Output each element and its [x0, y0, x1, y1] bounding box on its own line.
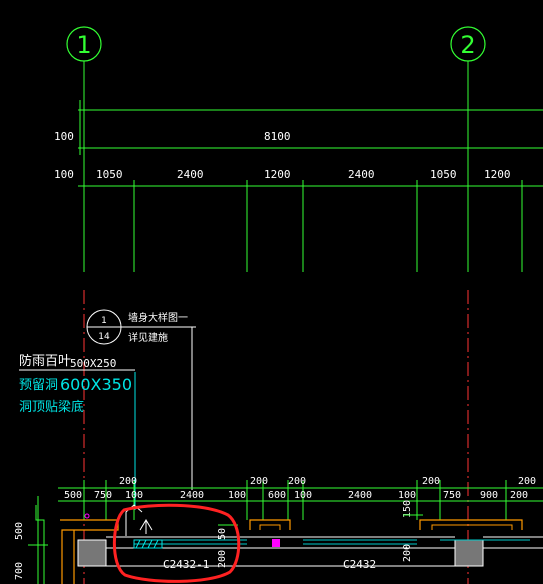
window-tag-c2432-1: C2432-1 — [163, 558, 209, 571]
dim-seg-2: 2400 — [177, 168, 204, 181]
axis-1-label: 1 — [76, 31, 91, 59]
dim-vert-200-b: 200 — [402, 544, 413, 562]
cad-drawing-canvas[interactable]: 1 2 100 8100 100 1050 2400 1200 2400 105… — [0, 0, 543, 584]
detail-number: 1 — [101, 316, 107, 326]
column-axis-1 — [77, 539, 107, 567]
detail-title: 墙身大样图一 — [128, 311, 188, 324]
magenta-marker — [272, 539, 280, 547]
dim-bottom-lower-11: 900 — [480, 490, 498, 501]
dim-bottom-lower-12: 200 — [510, 490, 528, 501]
dim-bottom-lower-4: 2400 — [180, 490, 204, 501]
dim-seg-4: 2400 — [348, 168, 375, 181]
note-rain-louver: 防雨百叶 — [19, 353, 71, 369]
dim-vert-200-a: 200 — [217, 550, 228, 568]
dim-bottom-upper-4: 200 — [422, 476, 440, 487]
dim-left-100-a: 100 — [54, 130, 74, 143]
dim-vert-700: 700 — [14, 562, 25, 580]
detail-ref: 详见建施 — [128, 331, 168, 344]
dim-vert-500: 500 — [14, 522, 25, 540]
note-reserved-hole: 预留洞 — [19, 378, 58, 393]
dim-bottom-lower-10: 750 — [443, 490, 461, 501]
dim-vert-50: 50 — [217, 528, 228, 540]
dim-bottom-lower-7: 100 — [294, 490, 312, 501]
dim-bottom-upper-1: 200 — [119, 476, 137, 487]
dim-total-8100: 8100 — [264, 130, 291, 143]
dim-bottom-lower-5: 100 — [228, 490, 246, 501]
note-hole-size: 600X350 — [60, 375, 132, 394]
dim-bottom-lower-8: 2400 — [348, 490, 372, 501]
axis-2-label: 2 — [460, 31, 475, 59]
detail-sheet: 14 — [98, 332, 110, 342]
dim-bottom-upper-5: 200 — [518, 476, 536, 487]
note-hole-top: 洞顶贴梁底 — [19, 399, 84, 415]
column-axis-2 — [454, 539, 484, 567]
dim-bottom-lower-6: 600 — [268, 490, 286, 501]
note-louver-size: 500X250 — [70, 357, 116, 370]
window-tag-c2432: C2432 — [343, 558, 376, 571]
dim-seg-6: 1200 — [484, 168, 511, 181]
dim-seg-5: 1050 — [430, 168, 457, 181]
dim-bottom-lower-1: 500 — [64, 490, 82, 501]
dim-bottom-lower-2: 750 — [94, 490, 112, 501]
dim-seg-3: 1200 — [264, 168, 291, 181]
dim-left-100-b: 100 — [54, 168, 74, 181]
dim-bottom-lower-9: 100 — [398, 490, 416, 501]
dim-bottom-lower-3: 100 — [125, 490, 143, 501]
dim-bottom-upper-3: 200 — [288, 476, 306, 487]
dim-seg-1: 1050 — [96, 168, 123, 181]
dim-bottom-upper-2: 200 — [250, 476, 268, 487]
